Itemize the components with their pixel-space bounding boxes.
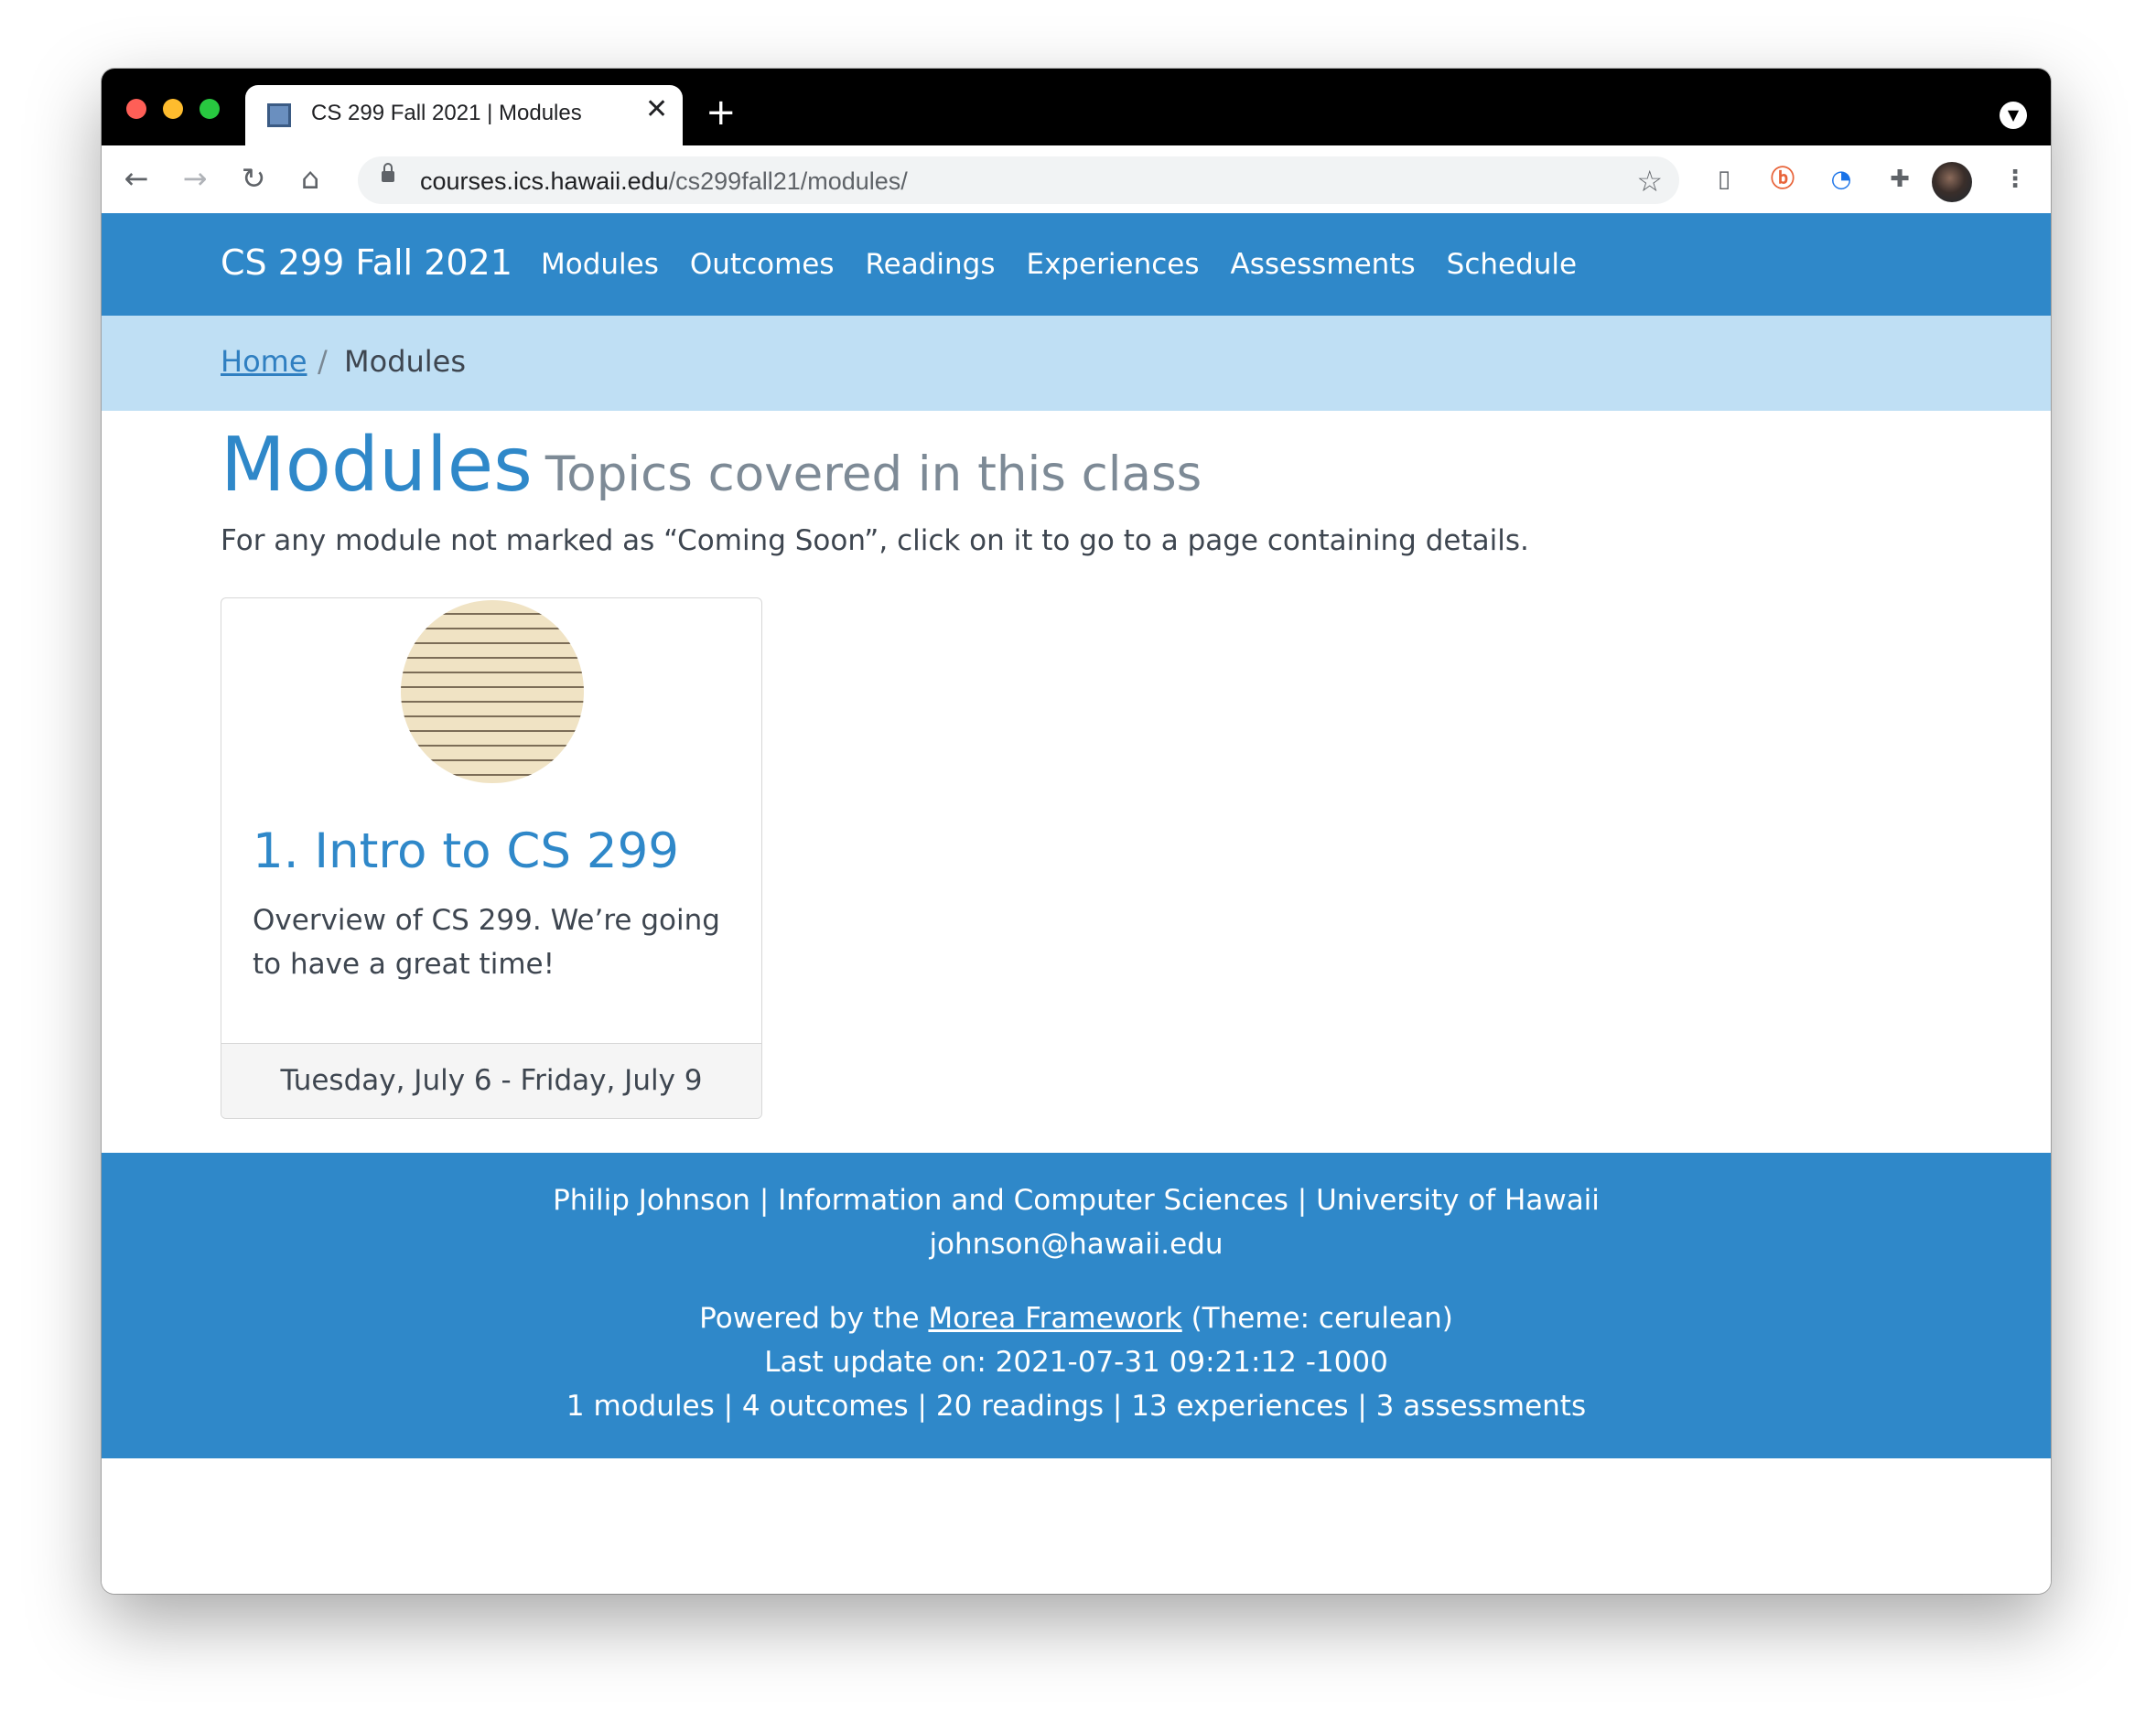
- tab-close-icon[interactable]: ✕: [645, 96, 668, 124]
- nav-outcomes[interactable]: Outcomes: [690, 248, 835, 281]
- footer-powered-suffix: (Theme: cerulean): [1191, 1302, 1453, 1335]
- favicon-icon: [267, 103, 291, 127]
- module-title[interactable]: 1. Intro to CS 299: [253, 823, 679, 879]
- tab-strip: CS 299 Fall 2021 | Modules ✕ + ▼: [102, 69, 2051, 145]
- web-page: CS 299 Fall 2021 Modules Outcomes Readin…: [102, 213, 2051, 1594]
- nav-schedule[interactable]: Schedule: [1447, 248, 1577, 281]
- footer-powered: Powered by the Morea Framework (Theme: c…: [102, 1302, 2051, 1335]
- page-icon[interactable]: ▯: [1709, 164, 1740, 195]
- close-window-button[interactable]: [126, 99, 146, 119]
- module-description: Overview of CS 299. We’re going to have …: [253, 904, 720, 981]
- intro-text: For any module not marked as “Coming Soo…: [221, 524, 1529, 557]
- nav-experiences[interactable]: Experiences: [1027, 248, 1200, 281]
- breadcrumb-separator: /: [318, 344, 328, 379]
- nav-modules[interactable]: Modules: [541, 248, 659, 281]
- active-tab[interactable]: CS 299 Fall 2021 | Modules ✕: [245, 85, 683, 145]
- profile-avatar[interactable]: [1932, 162, 1972, 202]
- tab-title: CS 299 Fall 2021 | Modules: [311, 101, 582, 125]
- forward-icon[interactable]: →: [175, 158, 215, 199]
- footer-separator: |: [759, 1184, 770, 1217]
- address-bar[interactable]: courses.ics.hawaii.edu/cs299fall21/modul…: [358, 156, 1679, 204]
- site-footer: Philip Johnson | Information and Compute…: [102, 1153, 2051, 1458]
- footer-last-update: Last update on: 2021-07-31 09:21:12 -100…: [764, 1346, 1388, 1379]
- tab-search-icon[interactable]: ▼: [2000, 102, 2027, 129]
- minimize-window-button[interactable]: [163, 99, 183, 119]
- browser-toolbar: ← → ↻ ⌂ courses.ics.hawaii.edu/cs299fall…: [102, 145, 2051, 214]
- home-icon[interactable]: ⌂: [290, 158, 330, 199]
- menu-kebab-icon[interactable]: ⋮: [2000, 164, 2031, 195]
- nav-links: Modules Outcomes Readings Experiences As…: [541, 248, 1577, 281]
- module-dictionary-image: [401, 600, 584, 783]
- url-host: courses.ics.hawaii.edu: [420, 167, 669, 195]
- footer-credits: Philip Johnson | Information and Compute…: [102, 1184, 2051, 1217]
- reload-icon[interactable]: ↻: [233, 158, 274, 199]
- page-heading: Modules Topics covered in this class: [221, 422, 1202, 509]
- module-dates: Tuesday, July 6 - Friday, July 9: [221, 1043, 761, 1118]
- new-tab-button[interactable]: +: [706, 94, 737, 131]
- footer-university: University of Hawaii: [1316, 1184, 1600, 1217]
- site-navbar: CS 299 Fall 2021 Modules Outcomes Readin…: [102, 213, 2051, 316]
- footer-author: Philip Johnson: [553, 1184, 750, 1217]
- url-path: /cs299fall21/modules/: [668, 167, 908, 195]
- footer-department: Information and Computer Sciences: [778, 1184, 1288, 1217]
- footer-email: johnson@hawaii.edu: [929, 1228, 1224, 1261]
- url-text[interactable]: courses.ics.hawaii.edu/cs299fall21/modul…: [420, 167, 908, 196]
- nav-readings[interactable]: Readings: [866, 248, 996, 281]
- maximize-window-button[interactable]: [199, 99, 220, 119]
- extensions-puzzle-icon[interactable]: ✚: [1884, 164, 1915, 195]
- footer-separator: |: [1297, 1184, 1308, 1217]
- footer-stats: 1 modules | 4 outcomes | 20 readings | 1…: [566, 1390, 1587, 1423]
- breadcrumb: Home / Modules: [102, 316, 2051, 411]
- browser-window: CS 299 Fall 2021 | Modules ✕ + ▼ ← → ↻ ⌂…: [102, 69, 2051, 1594]
- back-icon[interactable]: ←: [116, 158, 156, 199]
- bookmark-star-icon[interactable]: ☆: [1636, 164, 1663, 199]
- breadcrumb-home-link[interactable]: Home: [221, 344, 307, 379]
- footer-powered-prefix: Powered by the: [699, 1302, 920, 1335]
- page-title: Modules: [221, 422, 533, 509]
- extension-clock-icon[interactable]: ◔: [1826, 164, 1857, 195]
- module-card[interactable]: 1. Intro to CS 299 Overview of CS 299. W…: [221, 597, 762, 1119]
- breadcrumb-current: Modules: [344, 344, 467, 379]
- morea-framework-link[interactable]: Morea Framework: [928, 1302, 1181, 1335]
- site-brand[interactable]: CS 299 Fall 2021: [221, 242, 512, 283]
- lock-icon: [382, 163, 394, 182]
- nav-assessments[interactable]: Assessments: [1231, 248, 1416, 281]
- page-subtitle: Topics covered in this class: [544, 446, 1202, 502]
- extension-b-icon[interactable]: ⓑ: [1767, 164, 1798, 195]
